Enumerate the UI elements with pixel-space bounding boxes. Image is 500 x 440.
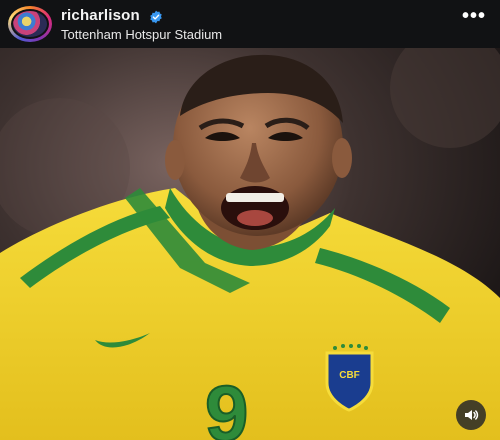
post-image[interactable]: CBF 9 [0, 48, 500, 440]
player-photo: CBF 9 [0, 48, 500, 440]
svg-text:CBF: CBF [339, 370, 360, 381]
location-link[interactable]: Tottenham Hotspur Stadium [61, 27, 222, 42]
jersey-number: 9 [205, 369, 248, 440]
speaker-icon [465, 410, 479, 420]
avatar-image [11, 9, 49, 39]
post-header: richarlison Tottenham Hotspur Stadium ••… [0, 0, 500, 48]
verified-badge-icon [150, 10, 162, 24]
crest-icon: CBF [325, 344, 374, 412]
profile-avatar[interactable] [8, 6, 52, 42]
username-link[interactable]: richarlison [61, 7, 140, 24]
sound-toggle-button[interactable] [456, 400, 486, 430]
more-options-icon[interactable]: ••• [462, 6, 486, 29]
